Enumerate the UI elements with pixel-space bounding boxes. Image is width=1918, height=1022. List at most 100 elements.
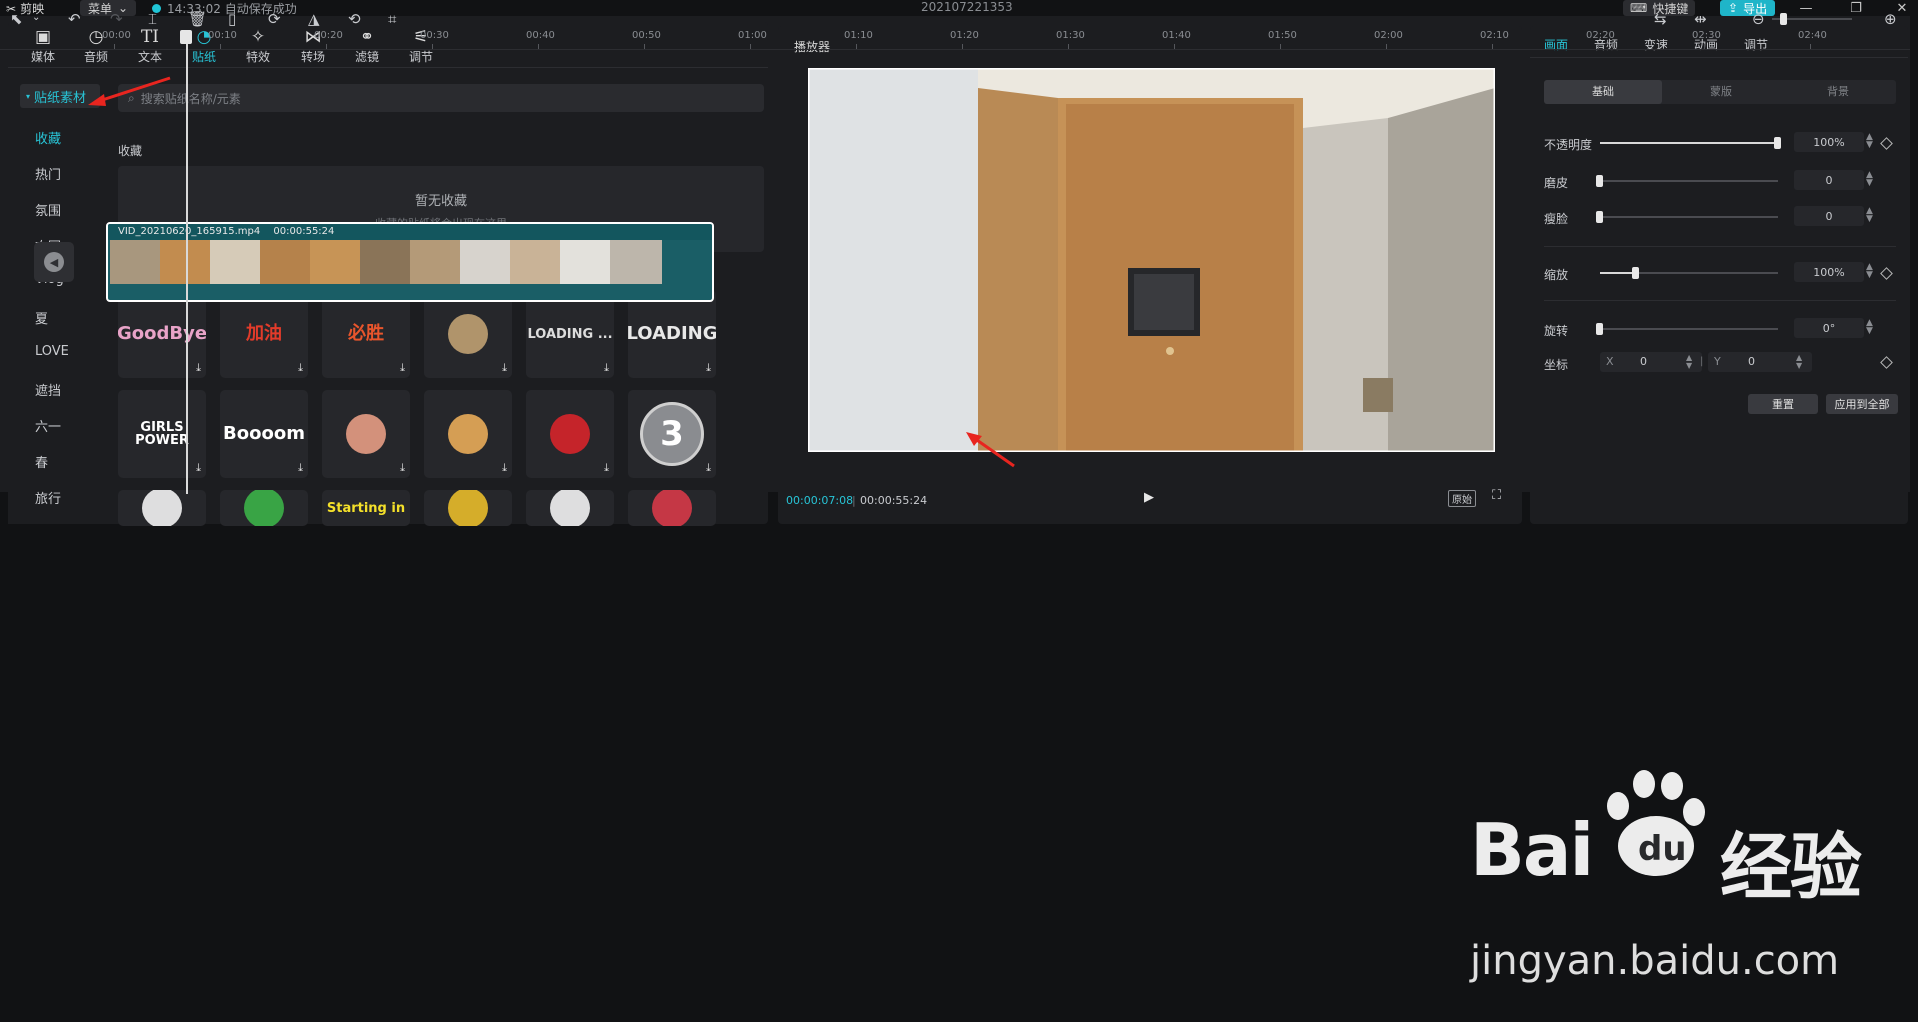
- opacity-stepper-icon[interactable]: ▲ ▼: [1866, 133, 1873, 150]
- y-coord-field[interactable]: Y 0 ▲ ▼: [1708, 352, 1812, 372]
- download-icon[interactable]: ⤓: [502, 361, 507, 375]
- sticker-search[interactable]: ⌕ 搜索贴纸名称/元素: [118, 84, 764, 112]
- sticker-item[interactable]: 3 ⤓: [628, 390, 716, 478]
- freeze-icon[interactable]: ▯: [228, 10, 236, 28]
- video-preview[interactable]: [808, 68, 1495, 452]
- download-icon[interactable]: ⤓: [196, 361, 201, 375]
- undo-icon[interactable]: ↶: [68, 10, 81, 28]
- play-icon[interactable]: ▶: [1144, 490, 1154, 505]
- export-button[interactable]: ⇪ 导出: [1720, 0, 1776, 16]
- sidebar-item-atmosphere[interactable]: 氛围: [35, 200, 61, 219]
- download-icon[interactable]: ⤓: [604, 361, 609, 375]
- scale-input[interactable]: 100%: [1794, 262, 1864, 282]
- sticker-item[interactable]: 必胜 ⤓: [322, 290, 410, 378]
- zoom-out-icon[interactable]: ⊖: [1752, 10, 1765, 28]
- download-icon[interactable]: ⤓: [400, 461, 405, 475]
- video-clip[interactable]: VID_20210620_165915.mp4 00:00:55:24: [106, 222, 714, 302]
- sidebar-item-cover[interactable]: 遮挡: [35, 380, 61, 399]
- sidebar-item-summer[interactable]: 夏: [35, 308, 48, 327]
- menu-button[interactable]: 菜单 ⌄: [80, 0, 137, 16]
- download-icon[interactable]: ⤓: [604, 461, 609, 475]
- delete-icon[interactable]: 🗑: [188, 10, 207, 28]
- opacity-input[interactable]: 100%: [1794, 132, 1864, 152]
- download-icon[interactable]: ⤓: [298, 461, 303, 475]
- slim-input[interactable]: 0: [1794, 206, 1864, 226]
- sticker-item[interactable]: [118, 490, 206, 526]
- minimize-icon[interactable]: —: [1796, 0, 1816, 16]
- crop-icon[interactable]: ⌗: [388, 10, 396, 28]
- sticker-item[interactable]: ⤓: [424, 390, 512, 478]
- sticker-item[interactable]: [526, 490, 614, 526]
- download-icon[interactable]: ⤓: [298, 361, 303, 375]
- coord-keyframe-icon[interactable]: [1880, 356, 1893, 369]
- sidebar-item-love[interactable]: LOVE: [35, 344, 69, 359]
- maximize-icon[interactable]: ❐: [1846, 0, 1866, 16]
- sticker-materials-header[interactable]: ▾ 贴纸素材: [20, 84, 100, 108]
- slim-stepper-icon[interactable]: ▲ ▼: [1866, 207, 1873, 224]
- slim-slider[interactable]: [1600, 216, 1778, 218]
- snap-icon[interactable]: ⇹: [1694, 10, 1707, 28]
- segment-background[interactable]: 背景: [1780, 80, 1896, 104]
- segment-mask[interactable]: 蒙版: [1662, 80, 1780, 104]
- sidebar-item-hot[interactable]: 热门: [35, 164, 61, 183]
- opacity-slider-handle[interactable]: [1774, 137, 1781, 149]
- slim-slider-handle[interactable]: [1596, 211, 1603, 223]
- y-stepper-icon[interactable]: ▲ ▼: [1796, 354, 1802, 370]
- smooth-slider[interactable]: [1600, 180, 1778, 182]
- download-icon[interactable]: ⤓: [502, 461, 507, 475]
- reverse-icon[interactable]: ⟳: [268, 10, 281, 28]
- sticker-item[interactable]: [424, 490, 512, 526]
- smooth-slider-handle[interactable]: [1596, 175, 1603, 187]
- zoom-slider-handle[interactable]: [1780, 13, 1787, 25]
- rotate-icon[interactable]: ⟲: [348, 10, 361, 28]
- download-icon[interactable]: ⤓: [196, 461, 201, 475]
- opacity-keyframe-icon[interactable]: [1880, 137, 1893, 150]
- download-icon[interactable]: ⤓: [400, 361, 405, 375]
- scale-slider-handle[interactable]: [1632, 267, 1639, 279]
- playhead[interactable]: [186, 34, 188, 494]
- sticker-item[interactable]: Boooom ⤓: [220, 390, 308, 478]
- sticker-item[interactable]: LOADING ... ⤓: [526, 290, 614, 378]
- sticker-item[interactable]: 加油 ⤓: [220, 290, 308, 378]
- select-cursor-icon[interactable]: ⬉: [10, 10, 23, 28]
- segment-basic[interactable]: 基础: [1544, 80, 1662, 104]
- sidebar-item-spring[interactable]: 春: [35, 452, 48, 471]
- ratio-button[interactable]: 原始: [1448, 490, 1476, 507]
- rotate-slider-handle[interactable]: [1596, 323, 1603, 335]
- sidebar-item-travel[interactable]: 旅行: [35, 488, 61, 507]
- fullscreen-icon[interactable]: ⛶: [1492, 488, 1501, 503]
- opacity-slider[interactable]: [1600, 142, 1778, 144]
- x-coord-field[interactable]: X 0 ▲ ▼: [1600, 352, 1702, 372]
- scale-stepper-icon[interactable]: ▲ ▼: [1866, 263, 1873, 280]
- sidebar-item-favorites[interactable]: 收藏: [35, 128, 61, 147]
- x-stepper-icon[interactable]: ▲ ▼: [1686, 354, 1692, 370]
- rotate-slider[interactable]: [1600, 328, 1778, 330]
- mirror-icon[interactable]: ◮: [308, 10, 320, 28]
- apply-all-button[interactable]: 应用到全部: [1826, 394, 1898, 414]
- sticker-item[interactable]: [628, 490, 716, 526]
- sidebar-item-childrens-day[interactable]: 六一: [35, 416, 61, 435]
- sticker-item[interactable]: LOADING ⤓: [628, 290, 716, 378]
- chevron-down-icon[interactable]: ⌄: [32, 12, 40, 23]
- sticker-item[interactable]: ⤓: [526, 390, 614, 478]
- zoom-in-icon[interactable]: ⊕: [1884, 10, 1897, 28]
- download-icon[interactable]: ⤓: [706, 461, 711, 475]
- playhead-handle[interactable]: [180, 30, 192, 44]
- rotate-stepper-icon[interactable]: ▲ ▼: [1866, 319, 1873, 336]
- time-ruler[interactable]: 00:00 00:10 00:20 00:30 00:40 00:50 01:00 01:10…: [0, 30, 1910, 50]
- sticker-item[interactable]: ⤓: [322, 390, 410, 478]
- sticker-item[interactable]: ⤓: [424, 290, 512, 378]
- sticker-item[interactable]: GoodBye ⤓: [118, 290, 206, 378]
- reset-button[interactable]: 重置: [1748, 394, 1818, 414]
- sticker-item[interactable]: GIRLS POWER ⤓: [118, 390, 206, 478]
- split-icon[interactable]: ⌶: [148, 10, 157, 28]
- rotate-input[interactable]: 0°: [1794, 318, 1864, 338]
- smooth-input[interactable]: 0: [1794, 170, 1864, 190]
- download-icon[interactable]: ⤓: [706, 361, 711, 375]
- track-mute-button[interactable]: ◀: [34, 242, 74, 282]
- smooth-stepper-icon[interactable]: ▲ ▼: [1866, 171, 1873, 188]
- sticker-item[interactable]: [220, 490, 308, 526]
- scale-slider[interactable]: [1600, 272, 1778, 274]
- scale-keyframe-icon[interactable]: [1880, 267, 1893, 280]
- link-icon[interactable]: ⇆: [1654, 10, 1667, 28]
